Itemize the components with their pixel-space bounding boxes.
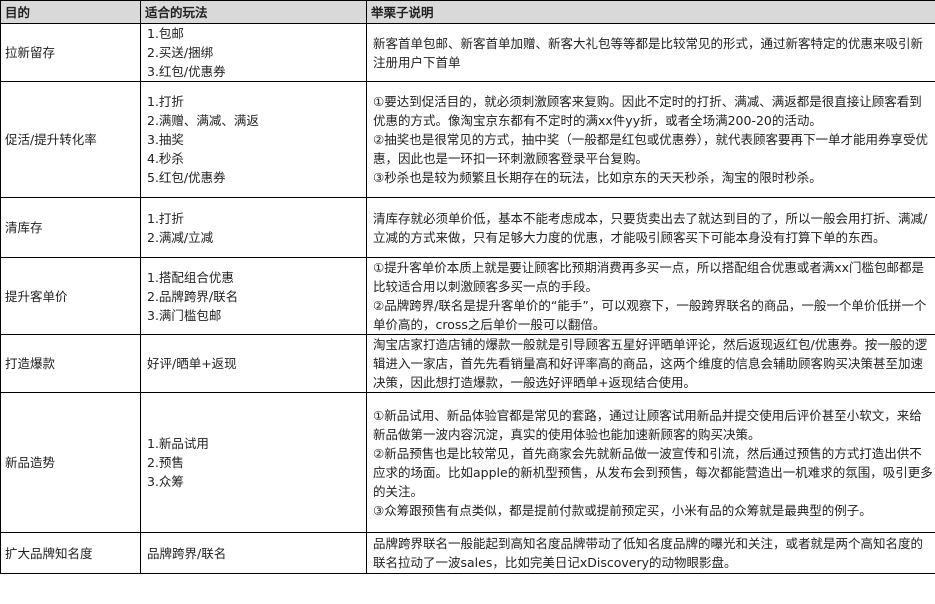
marketing-table: 目的 适合的玩法 举栗子说明 拉新留存 1.包邮 2.买送/捆绑 3.红包/优惠券 新客…	[0, 0, 935, 574]
table-row: 提升客单价 1.搭配组合优惠 2.品牌跨界/联名 3.满门槛包邮 ①提升客单价本质上就是…	[0, 257, 935, 335]
method-item: 1.搭配组合优惠	[147, 269, 234, 285]
goal-cell: 拉新留存	[0, 23, 141, 82]
method-item: 1.新品试用	[147, 436, 209, 451]
table-row: 拉新留存 1.包邮 2.买送/捆绑 3.红包/优惠券 新客首单包邮、新客首单加赠、新客大…	[0, 23, 935, 82]
method-item: 2.品牌跨界/联名	[147, 288, 239, 304]
method-item: 好评/晒单+返现	[147, 356, 237, 371]
table-row: 清库存 1.打折 2.满减/立减 清库存就必须单价低，基本不能考虑成本，只要货卖出去了…	[0, 197, 935, 258]
method-item: 3.抽奖	[147, 132, 184, 147]
method-item: 5.红包/优惠券	[147, 170, 226, 185]
description-paragraph: ①提升客单价本质上就是要让顾客比预期消费再多买一点，所以搭配组合优惠或者满xx门…	[373, 260, 925, 294]
method-item: 1.打折	[147, 210, 184, 226]
description-cell: ①提升客单价本质上就是要让顾客比预期消费再多买一点，所以搭配组合优惠或者满xx门…	[366, 257, 935, 335]
description-cell: ①要达到促活目的，就必须刺激顾客来复购。因此不定时的打折、满减、满返都是很直接让…	[366, 81, 935, 198]
description-cell: 清库存就必须单价低，基本不能考虑成本，只要货卖出去了就达到目的了，所以一般会用打…	[366, 197, 935, 258]
goal-cell: 新品造势	[0, 392, 141, 533]
description-cell: 品牌跨界联名一般能起到高知名度品牌带动了低知名度品牌的曝光和关注，或者就是两个高…	[366, 532, 935, 574]
methods-cell: 1.打折 2.满减/立减	[140, 197, 367, 258]
description-cell: 新客首单包邮、新客首单加赠、新客大礼包等等都是比较常见的形式，通过新客特定的优惠…	[366, 23, 935, 82]
page: 目的 适合的玩法 举栗子说明 拉新留存 1.包邮 2.买送/捆绑 3.红包/优惠券 新客…	[0, 0, 935, 604]
header-methods: 适合的玩法	[140, 0, 367, 24]
description-paragraph: ①新品试用、新品体验官都是常见的套路，通过让顾客试用新品并提交使用后评价甚至小软…	[373, 407, 922, 442]
description-paragraph: 新客首单包邮、新客首单加赠、新客大礼包等等都是比较常见的形式，通过新客特定的优惠…	[373, 35, 924, 70]
goal-cell: 扩大品牌知名度	[0, 532, 141, 574]
method-item: 2.满赠、满减、满返	[147, 113, 259, 128]
table-row: 新品造势 1.新品试用 2.预售 3.众筹 ①新品试用、新品体验官都是常见的套路，通过让…	[0, 392, 935, 533]
method-item: 3.众筹	[147, 474, 184, 489]
description-paragraph: ②抽奖也是很常见的方式，抽中奖（一般都是红包或优惠券），就代表顾客要再下一单才能…	[373, 132, 928, 166]
method-item: 1.打折	[147, 94, 184, 109]
table-row: 打造爆款 好评/晒单+返现 淘宝店家打造店铺的爆款一般就是引导顾客五星好评晒单评论，…	[0, 334, 935, 393]
description-paragraph: 品牌跨界联名一般能起到高知名度品牌带动了低知名度品牌的曝光和关注，或者就是两个高…	[373, 536, 924, 570]
header-goal: 目的	[0, 0, 141, 24]
method-item: 3.满门槛包邮	[147, 307, 222, 323]
description-cell: 淘宝店家打造店铺的爆款一般就是引导顾客五星好评晒单评论，然后返现返红包/优惠券。…	[366, 334, 935, 393]
methods-cell: 1.搭配组合优惠 2.品牌跨界/联名 3.满门槛包邮	[140, 257, 367, 335]
description-paragraph: ②品牌跨界/联名是提升客单价的“能手”，可以观察下，一般跨界联名的商品，一般一个…	[373, 298, 927, 332]
description-paragraph: ①要达到促活目的，就必须刺激顾客来复购。因此不定时的打折、满减、满返都是很直接让…	[373, 94, 922, 128]
description-paragraph: ③众筹跟预售有点类似，都是提前付款或提前预定买，小米有品的众筹就是最典型的例子。	[373, 502, 872, 518]
goal-cell: 清库存	[0, 197, 141, 258]
methods-cell: 1.打折 2.满赠、满减、满返 3.抽奖 4.秒杀 5.红包/优惠券	[140, 81, 367, 198]
description-paragraph: ③秒杀也是较为频繁且长期存在的玩法，比如京东的天天秒杀，淘宝的限时秒杀。	[373, 170, 822, 185]
method-item: 2.买送/捆绑	[147, 45, 214, 60]
description-paragraph: 淘宝店家打造店铺的爆款一般就是引导顾客五星好评晒单评论，然后返现返红包/优惠券。…	[373, 337, 928, 390]
methods-cell: 1.包邮 2.买送/捆绑 3.红包/优惠券	[140, 23, 367, 82]
description-paragraph: ②新品预售也是比较常见，首先商家会先就新品做一波宣传和引流，然后通过预售的方式打…	[373, 445, 933, 499]
goal-cell: 打造爆款	[0, 334, 141, 393]
method-item: 4.秒杀	[147, 151, 184, 166]
method-item: 2.预售	[147, 455, 184, 470]
description-cell: ①新品试用、新品体验官都是常见的套路，通过让顾客试用新品并提交使用后评价甚至小软…	[366, 392, 935, 533]
header-desc: 举栗子说明	[366, 0, 935, 24]
method-item: 2.满减/立减	[147, 229, 214, 245]
goal-cell: 促活/提升转化率	[0, 81, 141, 198]
header-row: 目的 适合的玩法 举栗子说明	[0, 0, 935, 24]
table-row: 扩大品牌知名度 品牌跨界/联名 品牌跨界联名一般能起到高知名度品牌带动了低知名度品牌…	[0, 532, 935, 574]
method-item: 品牌跨界/联名	[147, 545, 227, 561]
methods-cell: 好评/晒单+返现	[140, 334, 367, 393]
methods-cell: 品牌跨界/联名	[140, 532, 367, 574]
goal-cell: 提升客单价	[0, 257, 141, 335]
methods-cell: 1.新品试用 2.预售 3.众筹	[140, 392, 367, 533]
table-row: 促活/提升转化率 1.打折 2.满赠、满减、满返 3.抽奖 4.秒杀 5.红包/优惠券 ①要…	[0, 81, 935, 198]
description-paragraph: 清库存就必须单价低，基本不能考虑成本，只要货卖出去了就达到目的了，所以一般会用打…	[373, 210, 928, 245]
method-item: 1.包邮	[147, 26, 184, 41]
method-item: 3.红包/优惠券	[147, 64, 226, 79]
